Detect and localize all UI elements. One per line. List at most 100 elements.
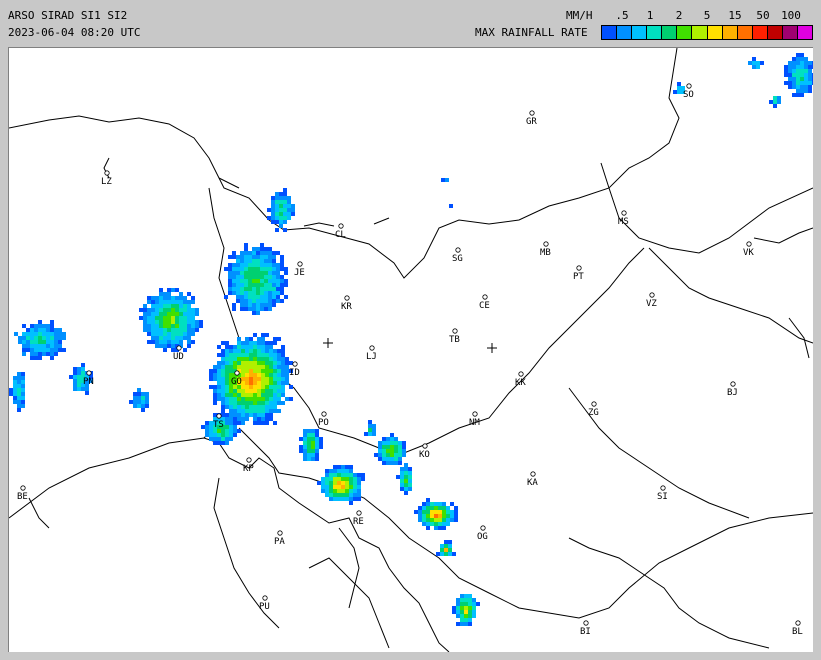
- city-marker: [216, 413, 222, 419]
- legend-ticks: .5 1 2 5 15 50 100: [600, 9, 814, 22]
- city-label: TS: [213, 420, 224, 430]
- legend-swatch: [602, 26, 618, 39]
- city-marker: [529, 110, 535, 116]
- city-marker: [455, 247, 461, 253]
- legend-color-bar: [601, 25, 813, 40]
- city-label: SO: [683, 90, 694, 100]
- city-label: BL: [792, 627, 803, 637]
- legend-swatch: [752, 26, 768, 39]
- city-label: NM: [469, 418, 480, 428]
- city-marker: [649, 292, 655, 298]
- city-marker: [321, 411, 327, 417]
- city-label: SI: [657, 492, 668, 502]
- legend-swatch: [677, 26, 693, 39]
- city-marker: [176, 345, 182, 351]
- city-label: VZ: [646, 299, 657, 309]
- city-label: RE: [353, 517, 364, 527]
- city-marker: [246, 457, 252, 463]
- city-marker: [686, 83, 692, 89]
- city-label: CE: [479, 301, 490, 311]
- city-marker: [583, 620, 589, 626]
- city-label: MS: [618, 217, 629, 227]
- city-label: SG: [452, 254, 463, 264]
- city-label: TB: [449, 335, 460, 345]
- legend-swatch: [767, 26, 783, 39]
- city-label: LZ: [101, 177, 112, 187]
- city-label: JE: [294, 268, 305, 278]
- legend-tick-label: 50: [756, 9, 770, 22]
- city-label: KR: [341, 302, 352, 312]
- city-label: KP: [243, 464, 254, 474]
- city-marker: [452, 328, 458, 334]
- city-marker: [530, 471, 536, 477]
- legend-tick-label: 15: [728, 9, 742, 22]
- city-label: PO: [318, 418, 329, 428]
- city-label: PA: [274, 537, 285, 547]
- city-marker: [746, 241, 752, 247]
- legend-swatch: [782, 26, 799, 39]
- radar-map: SO GR LZ CL MS MB VK JE SG PT KR CE VZ TB LJ ID KK BJ PO NM…: [8, 47, 813, 652]
- city-marker: [86, 370, 92, 376]
- city-label: KO: [419, 450, 430, 460]
- city-marker: [518, 371, 524, 377]
- city-marker: [277, 530, 283, 536]
- city-label: VK: [743, 248, 754, 258]
- city-marker: [344, 295, 350, 301]
- city-marker: [591, 401, 597, 407]
- city-marker: [482, 294, 488, 300]
- legend-tick-label: 2: [675, 9, 683, 22]
- city-marker: [104, 170, 110, 176]
- city-marker: [234, 370, 240, 376]
- city-label: LJ: [366, 352, 377, 362]
- legend-title: MAX RAINFALL RATE: [475, 26, 588, 39]
- legend-swatch: [617, 26, 633, 39]
- city-label: PN: [83, 377, 94, 387]
- city-marker: [297, 261, 303, 267]
- legend-tick-label: 100: [781, 9, 801, 22]
- city-marker: [422, 443, 428, 449]
- legend-swatch: [632, 26, 648, 39]
- legend-swatch: [737, 26, 753, 39]
- city-marker: [262, 595, 268, 601]
- city-label: PT: [573, 272, 584, 282]
- city-label: CL: [335, 230, 346, 240]
- city-marker: [480, 525, 486, 531]
- city-label: KA: [527, 478, 538, 488]
- map-canvas: SO GR LZ CL MS MB VK JE SG PT KR CE VZ TB LJ ID KK BJ PO NM…: [9, 48, 813, 652]
- legend-unit: MM/H: [566, 9, 593, 22]
- city-marker: [369, 345, 375, 351]
- city-marker: [621, 210, 627, 216]
- legend-tick-label: 5: [703, 9, 711, 22]
- city-label: ZG: [588, 408, 599, 418]
- city-marker: [20, 485, 26, 491]
- legend-tick-label: 1: [646, 9, 654, 22]
- legend-tick-label: .5: [615, 9, 629, 22]
- city-marker: [576, 265, 582, 271]
- city-label: UD: [173, 352, 184, 362]
- legend-swatch: [798, 26, 813, 39]
- city-marker: [795, 620, 801, 626]
- city-label: BI: [580, 627, 591, 637]
- radar-timestamp: 2023-06-04 08:20 UTC: [8, 26, 141, 39]
- city-marker: [338, 223, 344, 229]
- city-label: PU: [259, 602, 270, 612]
- city-label: BE: [17, 492, 28, 502]
- city-label: OG: [477, 532, 488, 542]
- city-marker: [543, 241, 549, 247]
- legend-swatch: [722, 26, 738, 39]
- legend-swatch: [662, 26, 678, 39]
- legend-swatch: [707, 26, 723, 39]
- city-label: MB: [540, 248, 551, 258]
- city-label: BJ: [727, 388, 738, 398]
- city-label: KK: [515, 378, 526, 388]
- city-marker: [292, 361, 298, 367]
- city-marker: [472, 411, 478, 417]
- legend-swatch: [647, 26, 663, 39]
- city-label: ID: [289, 368, 300, 378]
- city-label: GR: [526, 117, 537, 127]
- city-marker: [356, 510, 362, 516]
- legend-swatch: [692, 26, 708, 39]
- city-label: GO: [231, 377, 242, 387]
- radar-window: ARSO SIRAD SI1 SI2 2023-06-04 08:20 UTC …: [0, 0, 821, 660]
- radar-title: ARSO SIRAD SI1 SI2: [8, 9, 128, 22]
